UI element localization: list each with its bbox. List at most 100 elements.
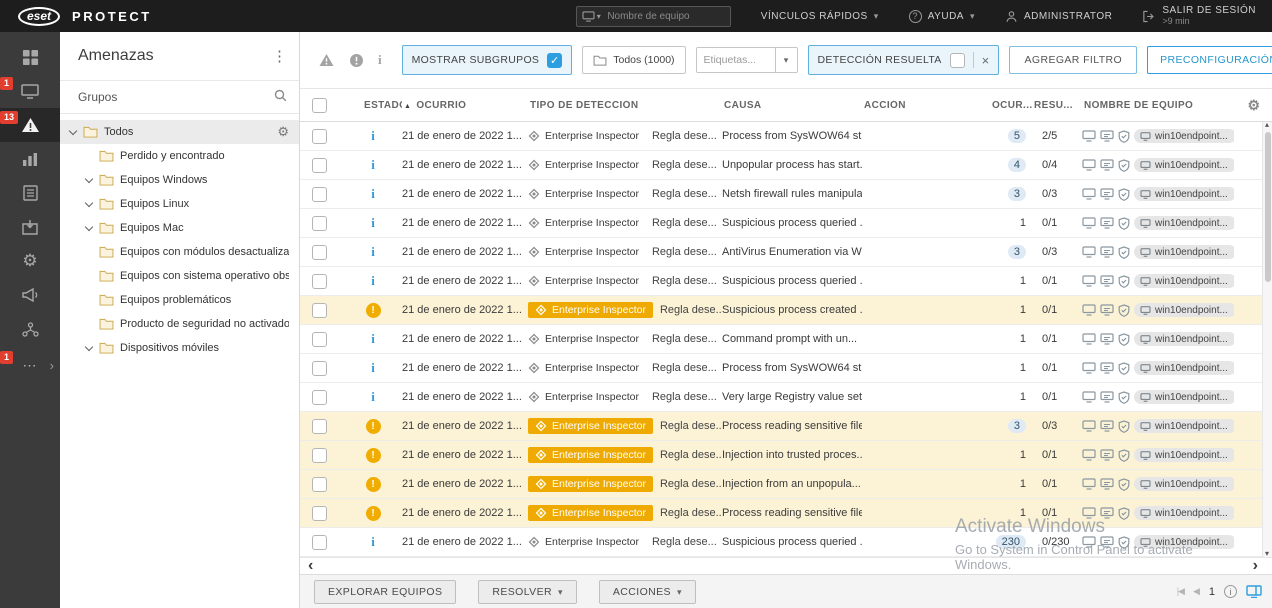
nav-tasks[interactable] bbox=[0, 176, 60, 210]
computer-details-icon[interactable] bbox=[1082, 478, 1096, 490]
computer-search-box[interactable]: ▾ bbox=[576, 6, 731, 27]
computer-name-pill[interactable]: win10endpoint... bbox=[1134, 158, 1234, 172]
occurrences-count[interactable]: 1 bbox=[1020, 217, 1026, 229]
detection-row[interactable]: 21 de enero de 2022 1... Enterprise Insp… bbox=[300, 296, 1272, 325]
detection-row[interactable]: 21 de enero de 2022 1... Enterprise Insp… bbox=[300, 238, 1272, 267]
sidebar-kebab-menu-icon[interactable] bbox=[272, 47, 287, 65]
resolved-filter-checkbox[interactable] bbox=[950, 53, 965, 68]
expand-chevron-icon[interactable] bbox=[85, 198, 93, 206]
cause-cell[interactable]: Suspicious process created ... bbox=[722, 304, 862, 316]
computer-name-pill[interactable]: win10endpoint... bbox=[1134, 419, 1234, 433]
group-tree-item[interactable]: Equipos Linux bbox=[60, 192, 299, 216]
computer-details-icon[interactable] bbox=[1082, 217, 1096, 229]
detection-row[interactable]: 21 de enero de 2022 1... Enterprise Insp… bbox=[300, 180, 1272, 209]
nav-reports[interactable] bbox=[0, 142, 60, 176]
group-tree-item[interactable]: Todos bbox=[60, 120, 299, 144]
computer-name-pill[interactable]: win10endpoint... bbox=[1134, 390, 1234, 404]
horizontal-scrollbar[interactable] bbox=[300, 557, 1272, 574]
security-status-icon[interactable] bbox=[1118, 130, 1130, 143]
table-settings-icon[interactable] bbox=[1248, 97, 1261, 114]
computer-actions-icon[interactable] bbox=[1100, 246, 1114, 258]
actions-button[interactable]: ACCIONES bbox=[599, 580, 696, 604]
user-menu[interactable]: ADMINISTRATOR bbox=[1005, 10, 1112, 23]
cause-cell[interactable]: Injection into trusted proces... bbox=[722, 449, 862, 461]
column-nombre-equipo[interactable]: NOMBRE DE EQUIPO bbox=[1082, 100, 1234, 111]
search-input[interactable] bbox=[605, 10, 724, 23]
computer-details-icon[interactable] bbox=[1082, 391, 1096, 403]
detection-row[interactable]: 21 de enero de 2022 1... Enterprise Insp… bbox=[300, 354, 1272, 383]
security-status-icon[interactable] bbox=[1118, 333, 1130, 346]
computer-details-icon[interactable] bbox=[1082, 130, 1096, 142]
computer-actions-icon[interactable] bbox=[1100, 507, 1114, 519]
occurrences-count[interactable]: 1 bbox=[1020, 391, 1026, 403]
remove-filter-icon[interactable] bbox=[982, 53, 990, 68]
computer-name-pill[interactable]: win10endpoint... bbox=[1134, 535, 1234, 549]
column-resueltas[interactable]: RESU... bbox=[1032, 100, 1082, 111]
occurrences-count[interactable]: 1 bbox=[1020, 449, 1026, 461]
detection-row[interactable]: 21 de enero de 2022 1... Enterprise Insp… bbox=[300, 209, 1272, 238]
computer-details-icon[interactable] bbox=[1082, 420, 1096, 432]
row-checkbox[interactable] bbox=[312, 506, 327, 521]
preset-button[interactable]: PRECONFIGURACIÓN bbox=[1147, 46, 1272, 74]
cause-cell[interactable]: Suspicious process queried ... bbox=[722, 275, 862, 287]
computer-name-pill[interactable]: win10endpoint... bbox=[1134, 332, 1234, 346]
column-estado[interactable]: ESTADO bbox=[344, 100, 402, 111]
security-status-icon[interactable] bbox=[1118, 304, 1130, 317]
help-menu[interactable]: ? AYUDA bbox=[909, 10, 975, 23]
select-all-checkbox[interactable] bbox=[312, 98, 327, 113]
computer-details-icon[interactable] bbox=[1082, 536, 1096, 548]
computer-actions-icon[interactable] bbox=[1100, 478, 1114, 490]
security-status-icon[interactable] bbox=[1118, 536, 1130, 549]
explore-computers-button[interactable]: EXPLORAR EQUIPOS bbox=[314, 580, 456, 604]
tags-input[interactable] bbox=[697, 54, 775, 66]
occurrences-count[interactable]: 1 bbox=[1020, 333, 1026, 345]
computer-name-pill[interactable]: win10endpoint... bbox=[1134, 303, 1234, 317]
detection-row[interactable]: 21 de enero de 2022 1... Enterprise Insp… bbox=[300, 528, 1272, 557]
vertical-scrollbar[interactable] bbox=[1262, 122, 1272, 557]
column-ocurrencias[interactable]: OCUR... bbox=[990, 100, 1032, 111]
row-checkbox[interactable] bbox=[312, 274, 327, 289]
computer-name-pill[interactable]: win10endpoint... bbox=[1134, 361, 1234, 375]
computer-actions-icon[interactable] bbox=[1100, 449, 1114, 461]
group-tree-item[interactable]: Producto de seguridad no activado bbox=[60, 312, 299, 336]
group-gear-icon[interactable] bbox=[277, 124, 289, 140]
cause-cell[interactable]: Unpopular process has start... bbox=[722, 159, 862, 171]
search-scope-chevron-icon[interactable]: ▾ bbox=[597, 12, 602, 21]
computer-actions-icon[interactable] bbox=[1100, 362, 1114, 374]
security-status-icon[interactable] bbox=[1118, 246, 1130, 259]
occurrences-count[interactable]: 1 bbox=[1020, 507, 1026, 519]
security-status-icon[interactable] bbox=[1118, 275, 1130, 288]
cause-cell[interactable]: Netsh firewall rules manipula... bbox=[722, 188, 862, 200]
nav-status-overview[interactable] bbox=[0, 312, 60, 346]
occurrences-count[interactable]: 4 bbox=[1008, 158, 1026, 172]
cause-cell[interactable]: Suspicious process queried ... bbox=[722, 536, 862, 548]
cause-cell[interactable]: Injection from an unpopula... bbox=[722, 478, 862, 490]
group-tree-item[interactable]: Dispositivos móviles bbox=[60, 336, 299, 360]
expand-nav-chevron-icon[interactable]: › bbox=[50, 358, 54, 373]
row-checkbox[interactable] bbox=[312, 419, 327, 434]
computer-actions-icon[interactable] bbox=[1100, 188, 1114, 200]
row-checkbox[interactable] bbox=[312, 303, 327, 318]
computer-actions-icon[interactable] bbox=[1100, 159, 1114, 171]
detection-row[interactable]: 21 de enero de 2022 1... Enterprise Insp… bbox=[300, 499, 1272, 528]
computer-details-icon[interactable] bbox=[1082, 333, 1096, 345]
computer-details-icon[interactable] bbox=[1082, 159, 1096, 171]
computer-name-pill[interactable]: win10endpoint... bbox=[1134, 274, 1234, 288]
security-status-icon[interactable] bbox=[1118, 507, 1130, 520]
security-status-icon[interactable] bbox=[1118, 420, 1130, 433]
security-status-icon[interactable] bbox=[1118, 449, 1130, 462]
computer-actions-icon[interactable] bbox=[1100, 420, 1114, 432]
column-accion[interactable]: ACCIÓN bbox=[862, 100, 990, 111]
row-checkbox[interactable] bbox=[312, 187, 327, 202]
previous-page-icon[interactable] bbox=[1193, 586, 1200, 597]
group-tree-item[interactable]: Equipos problemáticos bbox=[60, 288, 299, 312]
computer-actions-icon[interactable] bbox=[1100, 275, 1114, 287]
cause-cell[interactable]: Process from SysWOW64 st... bbox=[722, 362, 862, 374]
row-checkbox[interactable] bbox=[312, 448, 327, 463]
computer-name-pill[interactable]: win10endpoint... bbox=[1134, 187, 1234, 201]
cause-cell[interactable]: Very large Registry value set ... bbox=[722, 391, 862, 403]
tags-dropdown-icon[interactable] bbox=[775, 48, 797, 72]
page-info-icon[interactable]: i bbox=[1224, 585, 1237, 598]
detection-row[interactable]: 21 de enero de 2022 1... Enterprise Insp… bbox=[300, 267, 1272, 296]
group-tree-item[interactable]: Equipos con sistema operativo obsoleto bbox=[60, 264, 299, 288]
